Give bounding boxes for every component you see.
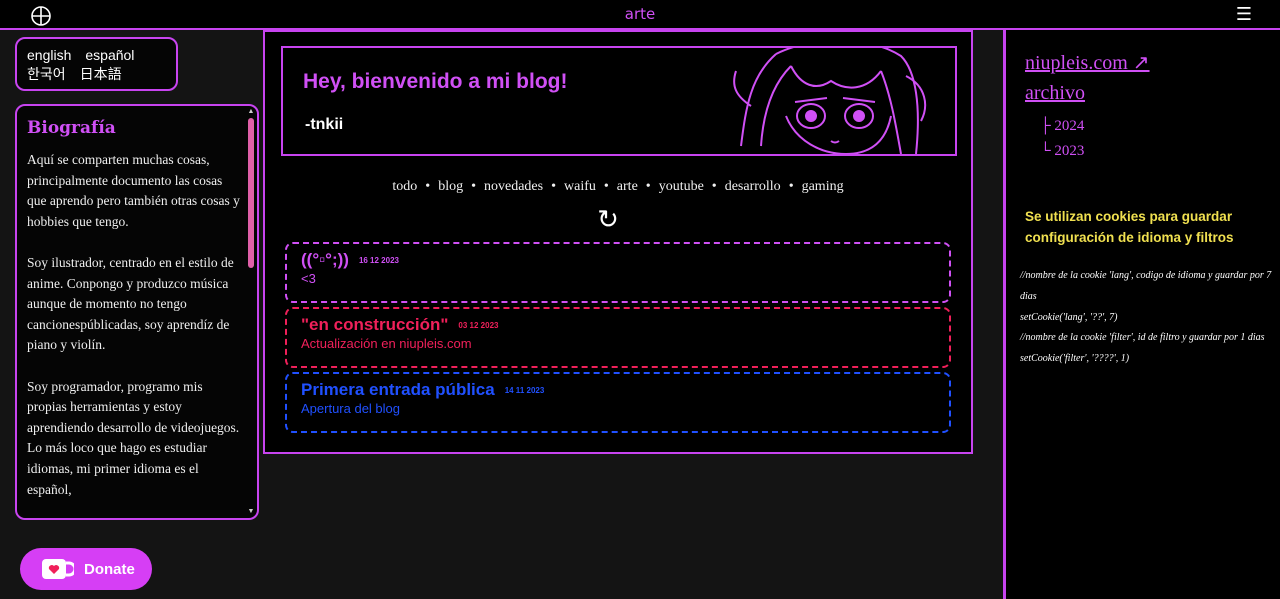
blog-title: Hey, bienvenido a mi blog! — [303, 70, 568, 93]
lang-spanish[interactable]: español — [85, 46, 134, 65]
biography-panel: Biografía Aquí se comparten muchas cosas… — [15, 104, 259, 520]
language-selector: english español 한국어 日本語 — [15, 37, 178, 91]
lang-korean[interactable]: 한국어 — [27, 65, 66, 84]
blog-author: -tnkii — [305, 116, 344, 133]
donate-button[interactable]: Donate — [20, 548, 152, 590]
refresh-icon[interactable]: ↻ — [595, 205, 621, 235]
scroll-down-arrow-icon[interactable]: ▼ — [247, 508, 255, 516]
filter-gaming[interactable]: gaming — [802, 179, 844, 194]
post-subtitle: <3 — [301, 271, 316, 286]
archive-link[interactable]: archivo — [1025, 78, 1150, 108]
post-date: 16 12 2023 — [358, 256, 399, 266]
bio-paragraph: Aquí se comparten muchas cosas, principa… — [27, 152, 240, 229]
post-title: "en construcción" — [301, 315, 449, 334]
lang-japanese[interactable]: 日本語 — [80, 65, 122, 84]
filter-todo[interactable]: todo — [392, 179, 417, 194]
bio-paragraph: Soy ilustrador, centrado en el estilo de… — [27, 254, 234, 353]
post-title: ((°▫°;)) — [301, 250, 349, 269]
kofi-cup-icon — [42, 559, 74, 579]
filter-youtube[interactable]: youtube — [659, 179, 704, 194]
page-title: arte — [624, 5, 656, 23]
filter-desarrollo[interactable]: desarrollo — [725, 179, 781, 194]
biography-text: Aquí se comparten muchas cosas, principa… — [27, 150, 242, 518]
scroll-up-arrow-icon[interactable]: ▲ — [247, 108, 255, 116]
code-line: //nombre de la cookie 'lang', codigo de … — [1020, 270, 1272, 302]
bio-paragraph: Soy programador, programo mis propias he… — [27, 378, 240, 497]
filter-novedades[interactable]: novedades — [484, 179, 543, 194]
main-content: Hey, bienvenido a mi blog! -tnkii todo • b… — [263, 30, 973, 454]
scrollbar-thumb[interactable] — [248, 118, 254, 268]
code-line: setCookie('filter', '????', 1) — [1020, 353, 1130, 365]
post-date: 03 12 2023 — [458, 321, 499, 331]
filter-arte[interactable]: arte — [617, 179, 638, 194]
lang-english[interactable]: english — [27, 46, 71, 65]
post-subtitle: Apertura del blog — [301, 401, 401, 416]
post-title: Primera entrada pública — [301, 380, 495, 399]
post-card[interactable]: ((°▫°;)) 16 12 2023 <3 — [285, 242, 951, 303]
anime-girl-illustration — [733, 48, 927, 154]
archive-tree: ├ 2024 └ 2023 — [1040, 118, 1085, 159]
post-card[interactable]: "en construcción" 03 12 2023 Actualizació… — [285, 307, 951, 368]
code-line: setCookie('lang', '??', 7) — [1020, 311, 1118, 323]
archive-year-2023[interactable]: 2023 — [1054, 143, 1084, 159]
niupleis-link[interactable]: niupleis.com ↗ — [1025, 48, 1150, 78]
cookie-notice: Se utilizan cookies para guardar configu… — [1025, 209, 1234, 245]
cookie-code: //nombre de la cookie 'lang', codigo de … — [1020, 266, 1278, 370]
hamburger-menu-icon[interactable]: ☰ — [1236, 4, 1252, 25]
code-line: //nombre de la cookie 'filter', id de fi… — [1020, 332, 1265, 344]
category-filters: todo • blog • novedades • waifu • arte • youtube • d… — [392, 179, 844, 194]
donate-label: Donate — [84, 560, 135, 578]
top-bar: arte ☰ — [0, 0, 1280, 30]
side-links: niupleis.com ↗ archivo — [1025, 48, 1150, 108]
blog-header: Hey, bienvenido a mi blog! -tnkii — [281, 46, 957, 156]
post-card[interactable]: Primera entrada pública 14 11 2023 Apertu… — [285, 372, 951, 433]
post-subtitle: Actualización en niupleis.com — [301, 336, 472, 351]
filter-waifu[interactable]: waifu — [564, 179, 596, 194]
post-date: 14 11 2023 — [504, 386, 545, 396]
biography-title: Biografía — [27, 118, 116, 138]
right-sidebar: niupleis.com ↗ archivo ├ 2024 └ 2023 Se … — [1006, 30, 1280, 599]
archive-year-2024[interactable]: 2024 — [1054, 118, 1084, 134]
filter-blog[interactable]: blog — [438, 179, 463, 194]
